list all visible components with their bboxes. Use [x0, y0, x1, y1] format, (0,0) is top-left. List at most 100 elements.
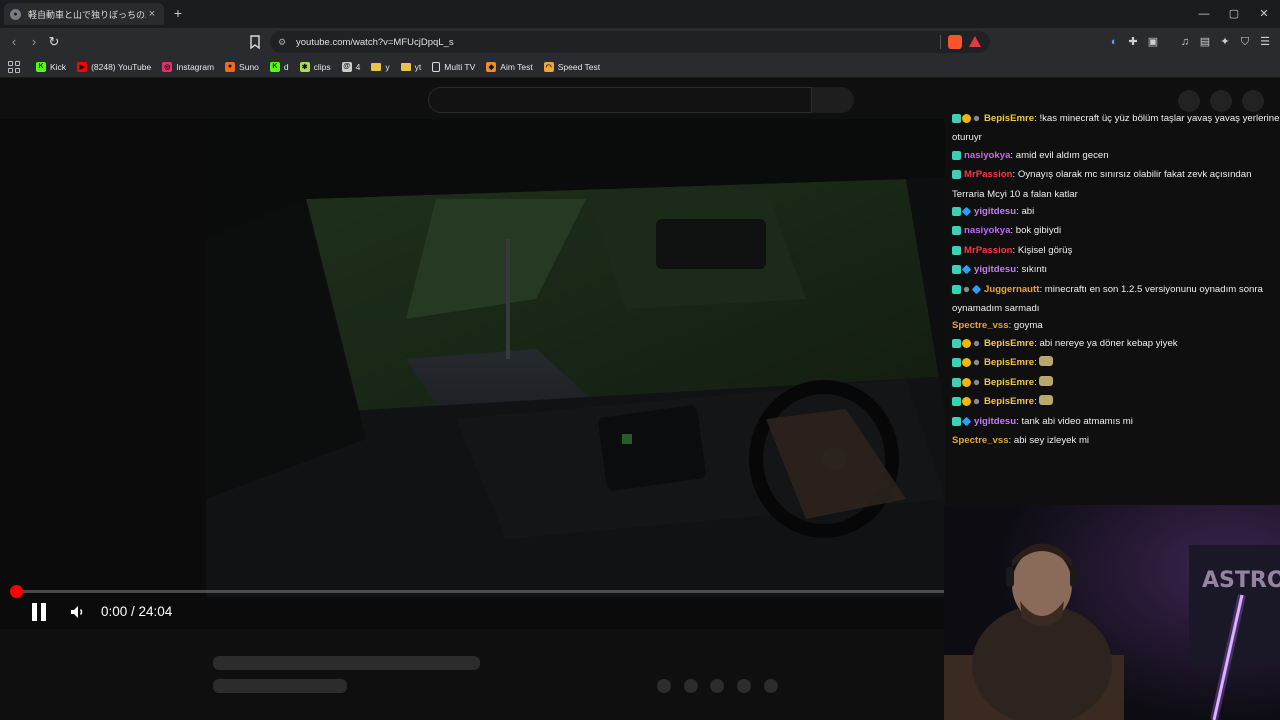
minimize-button[interactable]: —	[1196, 6, 1212, 22]
action-placeholder	[737, 679, 751, 693]
gold-badge-icon	[962, 358, 971, 368]
music-icon[interactable]: ♫	[1178, 35, 1192, 49]
bookmark-item[interactable]: yt	[400, 62, 421, 72]
bookmark-icon[interactable]	[248, 34, 262, 50]
bookmark-item[interactable]: Kd	[269, 61, 289, 72]
gold-badge-icon	[962, 377, 971, 387]
maximize-button[interactable]: ▢	[1226, 6, 1242, 22]
subtitle-placeholder	[213, 679, 347, 693]
chat-message: Spectre_vss: goyma	[952, 320, 1043, 332]
teal-badge-icon	[952, 377, 961, 387]
bookmark-item[interactable]: ◎ Instagram	[162, 61, 214, 72]
search-button[interactable]	[812, 87, 854, 113]
apps-grid-icon[interactable]	[8, 60, 20, 73]
chat-badges	[952, 283, 982, 300]
chat-username[interactable]: yigitdesu	[974, 206, 1016, 217]
reload-button[interactable]: ↻	[46, 34, 62, 50]
chat-text: bok gibiydi	[1015, 225, 1062, 237]
video-player[interactable]: 0:00 / 24:04	[0, 119, 945, 629]
folder-icon	[371, 62, 382, 71]
tab-search-icon[interactable]: ▣	[1146, 35, 1160, 49]
chat-username[interactable]: yigitdesu	[974, 416, 1016, 427]
chat-message: BepisEmre:	[945, 354, 1280, 373]
chat-username[interactable]: nasiyokya	[964, 150, 1010, 161]
bookmark-label: d	[283, 61, 289, 72]
audio-playing-icon[interactable]: ◖	[1106, 35, 1120, 49]
brave-shields-icon[interactable]	[948, 35, 962, 49]
forward-button[interactable]: ›	[26, 34, 42, 50]
chat-username[interactable]: BepisEmre	[984, 396, 1034, 407]
folder-icon	[400, 62, 411, 71]
bookmark-label: Suno	[239, 61, 259, 72]
bookmark-item[interactable]: ◠ Speed Test	[543, 61, 601, 72]
youtube-icon: ▶	[77, 61, 88, 72]
chat-badges	[952, 244, 962, 261]
teal-badge-icon	[952, 170, 961, 180]
back-button[interactable]: ‹	[6, 34, 22, 50]
chat-badges	[952, 356, 982, 373]
teal-badge-icon	[952, 358, 961, 368]
chat-message: BepisEmre:	[945, 393, 1280, 412]
chat-username[interactable]: Spectre_vss	[952, 435, 1009, 446]
chat-text: amid evil aldım gecen	[1015, 149, 1109, 161]
chat-badges	[952, 376, 982, 393]
leo-ai-icon[interactable]: ✦	[1218, 35, 1232, 49]
gem-badge-icon	[961, 206, 972, 217]
bookmark-item[interactable]: ◆ Aim Test	[486, 61, 533, 72]
bookmark-label: clips	[313, 61, 331, 72]
teal-badge-icon	[952, 397, 961, 407]
pause-button[interactable]	[32, 603, 48, 621]
volume-icon[interactable]	[70, 604, 86, 620]
chat-username[interactable]: BepisEmre	[984, 113, 1034, 124]
bookmark-item[interactable]: ● Suno	[225, 61, 259, 72]
extensions-icon[interactable]: ✚	[1126, 35, 1140, 49]
emote-icon	[1039, 375, 1054, 386]
bookmark-label: Speed Test	[557, 61, 601, 72]
chat-username[interactable]: yigitdesu	[974, 264, 1016, 275]
bookmark-item[interactable]: y	[371, 62, 390, 72]
progress-bar[interactable]	[16, 590, 944, 593]
chat-username[interactable]: MrPassion	[964, 169, 1013, 180]
poster-text: ASTRO WORLD	[1202, 568, 1280, 593]
wallet-icon[interactable]: ▤	[1198, 35, 1212, 49]
avatar[interactable]	[1242, 90, 1264, 112]
gem-badge-icon	[971, 284, 982, 294]
bookmarks-bar: K Kick ▶ (8248) YouTube ◎ Instagram ● Suno Kd ✱ cl…	[0, 56, 1280, 78]
bookmark-item[interactable]: ✱ clips	[299, 61, 331, 72]
teal-badge-icon	[952, 416, 961, 426]
chat-username[interactable]: BepisEmre	[984, 377, 1034, 388]
bookmark-item[interactable]: Multi TV	[432, 61, 475, 72]
chat-username[interactable]: nasiyokya	[964, 225, 1010, 236]
new-tab-button[interactable]: +	[170, 5, 186, 21]
bookmark-item[interactable]: K Kick	[36, 61, 66, 72]
search-input[interactable]	[428, 87, 812, 113]
chat-username[interactable]: BepisEmre	[984, 357, 1034, 368]
chat-message: yigitdesu: sıkıntı	[945, 261, 1280, 280]
bookmark-item[interactable]: ▶ (8248) YouTube	[77, 61, 151, 72]
active-tab[interactable]: ● 軽自動車と山で独りぼっちの車中泊 ×	[4, 3, 164, 25]
divider	[940, 35, 941, 49]
tab-close-icon[interactable]: ×	[146, 8, 158, 20]
notifications-icon[interactable]	[1210, 90, 1232, 112]
chat-message: Juggernautt: minecraftı en son 1.2.5 ver…	[952, 283, 1263, 315]
bookmark-item[interactable]: @4	[341, 61, 360, 72]
teal-badge-icon	[952, 150, 961, 160]
progress-scrubber[interactable]	[10, 585, 23, 598]
close-window-button[interactable]: ✕	[1256, 6, 1272, 22]
address-bar[interactable]: youtube.com/watch?v=MFUcjDpqL_s	[270, 31, 990, 53]
chat-message: yigitdesu: tank abi video atmamıs mi	[945, 413, 1280, 432]
chat-text: Kişisel görüş	[1017, 244, 1073, 256]
chat-username[interactable]: Juggernautt	[984, 284, 1039, 295]
tab-title: 軽自動車と山で独りぼっちの車中泊	[28, 9, 146, 20]
chat-username[interactable]: MrPassion	[964, 245, 1013, 256]
vpn-shield-icon[interactable]: ⛉	[1238, 35, 1252, 49]
create-icon[interactable]	[1178, 90, 1200, 112]
brave-rewards-icon[interactable]	[969, 36, 981, 47]
chat-badges	[952, 205, 972, 222]
chat-text: abi nereye ya döner kebap yiyek	[1039, 337, 1178, 349]
site-settings-icon[interactable]: ⚙	[276, 36, 288, 48]
chat-username[interactable]: Spectre_vss	[952, 320, 1009, 331]
teal-badge-icon	[952, 207, 961, 217]
chat-username[interactable]: BepisEmre	[984, 338, 1034, 349]
menu-icon[interactable]: ☰	[1258, 35, 1272, 49]
